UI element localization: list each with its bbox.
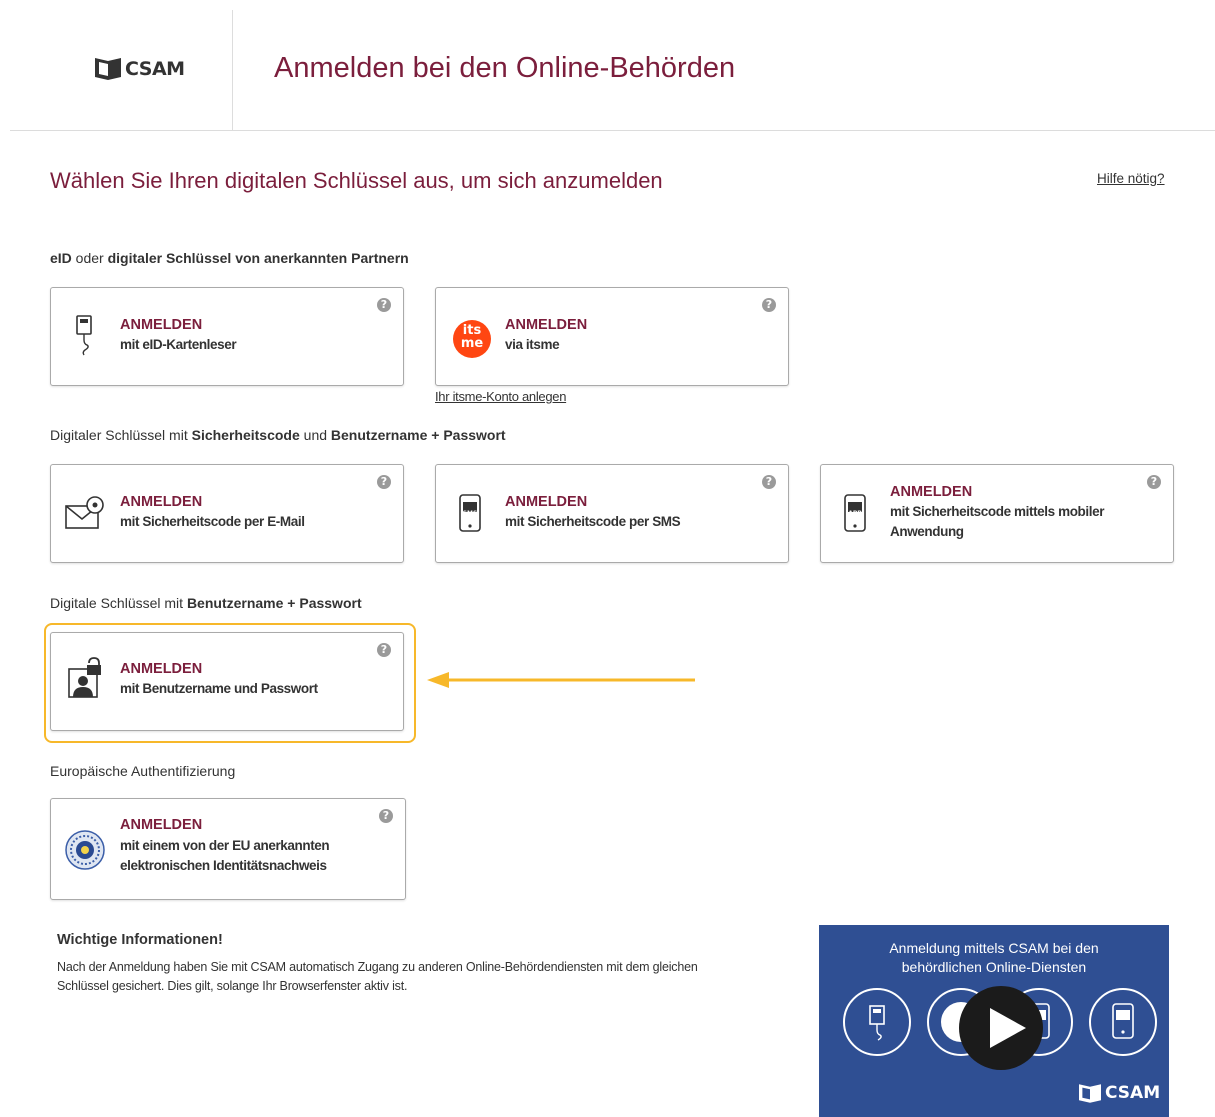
info-title: Wichtige Informationen! — [57, 932, 223, 948]
user-lock-icon — [65, 657, 105, 699]
video-card-reader-icon — [843, 988, 911, 1056]
page-subtitle: Wählen Sie Ihren digitalen Schlüssel aus… — [50, 168, 663, 193]
info-text: Nach der Anmeldung haben Sie mit CSAM au… — [57, 960, 698, 993]
card-description: mit eID-Kartenleser — [120, 337, 237, 352]
card-description: mit Sicherheitscode per E-Mail — [120, 514, 305, 529]
card-reader-icon — [65, 315, 105, 356]
login-card-eu[interactable]: ANMELDEN mit einem von der EU anerkannte… — [50, 798, 406, 900]
section-title-part: und — [299, 427, 331, 443]
help-icon[interactable]: ? — [1147, 475, 1161, 489]
play-icon — [990, 1008, 1026, 1048]
card-title: ANMELDEN — [120, 494, 203, 510]
video-title-line: Anmeldung mittels CSAM bei den — [889, 940, 1099, 956]
video-player[interactable]: Anmeldung mittels CSAM bei den behördlic… — [819, 925, 1169, 1117]
section-title-eid-part: oder — [71, 250, 108, 266]
section-title-username: Digitale Schlüssel mit Benutzername + Pa… — [50, 595, 362, 611]
video-title-line: behördlichen Online-Diensten — [901, 959, 1087, 975]
login-card-itsme[interactable]: its me ANMELDEN via itsme ? — [435, 287, 789, 386]
login-card-password[interactable]: ANMELDEN mit Benutzername und Passwort ? — [50, 632, 404, 731]
itsme-logo-text: me — [460, 336, 484, 351]
help-icon[interactable]: ? — [762, 298, 776, 312]
csam-logo-icon — [1079, 1083, 1101, 1103]
video-sms-icon — [1089, 988, 1157, 1056]
login-card-sms[interactable]: SMS ANMELDEN mit Sicherheitscode per SMS… — [435, 464, 789, 563]
help-link[interactable]: Hilfe nötig? — [1097, 171, 1165, 186]
card-description: mit Benutzername und Passwort — [120, 681, 318, 696]
video-csam-logo: CSAM — [1079, 1083, 1160, 1103]
itsme-logo: its me — [452, 319, 492, 359]
section-title-eid: eID oder digitaler Schlüssel von anerkan… — [50, 250, 409, 266]
card-description: via itsme — [505, 337, 560, 352]
card-description: mit einem von der EU anerkannten elektro… — [120, 838, 330, 873]
section-title-eid-part: digitaler Schlüssel von anerkannten Part… — [107, 250, 409, 266]
section-title-part: Benutzername + Passwort — [186, 595, 362, 611]
help-icon[interactable]: ? — [379, 809, 393, 823]
app-icon-label: APP — [848, 510, 862, 517]
card-description: mit Sicherheitscode mittels mobiler Anwe… — [890, 504, 1105, 539]
help-icon[interactable]: ? — [377, 643, 391, 657]
section-title-security-code: Digitaler Schlüssel mit Sicherheitscode … — [50, 427, 506, 443]
section-title-part: Europäische Authentifizierung — [50, 763, 236, 779]
help-icon[interactable]: ? — [377, 298, 391, 312]
help-icon[interactable]: ? — [762, 475, 776, 489]
card-title: ANMELDEN — [120, 317, 203, 333]
header-divider — [232, 10, 233, 130]
csam-logo-icon — [95, 58, 121, 80]
arrow-pointer-icon — [427, 672, 695, 688]
eu-seal-icon — [65, 830, 105, 870]
header-separator — [10, 130, 1215, 131]
login-card-email[interactable]: ANMELDEN mit Sicherheitscode per E-Mail … — [50, 464, 404, 563]
section-title-part: Benutzername + Passwort — [330, 427, 506, 443]
card-title: ANMELDEN — [120, 817, 203, 833]
section-title-eid-part: eID — [50, 250, 72, 266]
sms-phone-icon: SMS — [450, 493, 490, 533]
app-phone-icon: APP — [835, 493, 875, 533]
card-title: ANMELDEN — [120, 661, 203, 677]
card-title: ANMELDEN — [505, 494, 588, 510]
logo-text: CSAM — [125, 58, 185, 80]
section-title-part: Sicherheitscode — [191, 427, 300, 443]
page-title: Anmelden bei den Online-Behörden — [274, 52, 736, 84]
play-button[interactable] — [959, 986, 1043, 1070]
email-code-icon — [65, 494, 105, 534]
section-title-part: Digitale Schlüssel mit — [50, 595, 187, 611]
login-card-eid-reader[interactable]: ANMELDEN mit eID-Kartenleser ? — [50, 287, 404, 386]
card-description: mit Sicherheitscode per SMS — [505, 514, 681, 529]
itsme-account-link[interactable]: Ihr itsme-Konto anlegen — [435, 389, 566, 404]
card-title: ANMELDEN — [890, 484, 973, 500]
video-logo-text: CSAM — [1105, 1083, 1161, 1103]
help-icon[interactable]: ? — [377, 475, 391, 489]
section-title-european: Europäische Authentifizierung — [50, 763, 235, 779]
section-title-part: Digitaler Schlüssel mit — [50, 427, 192, 443]
csam-logo[interactable]: CSAM — [95, 56, 195, 82]
video-title: Anmeldung mittels CSAM bei den behördlic… — [819, 939, 1169, 977]
card-title: ANMELDEN — [505, 317, 588, 333]
sms-icon-label: SMS — [462, 510, 478, 517]
login-card-app[interactable]: APP ANMELDEN mit Sicherheitscode mittels… — [820, 464, 1174, 563]
